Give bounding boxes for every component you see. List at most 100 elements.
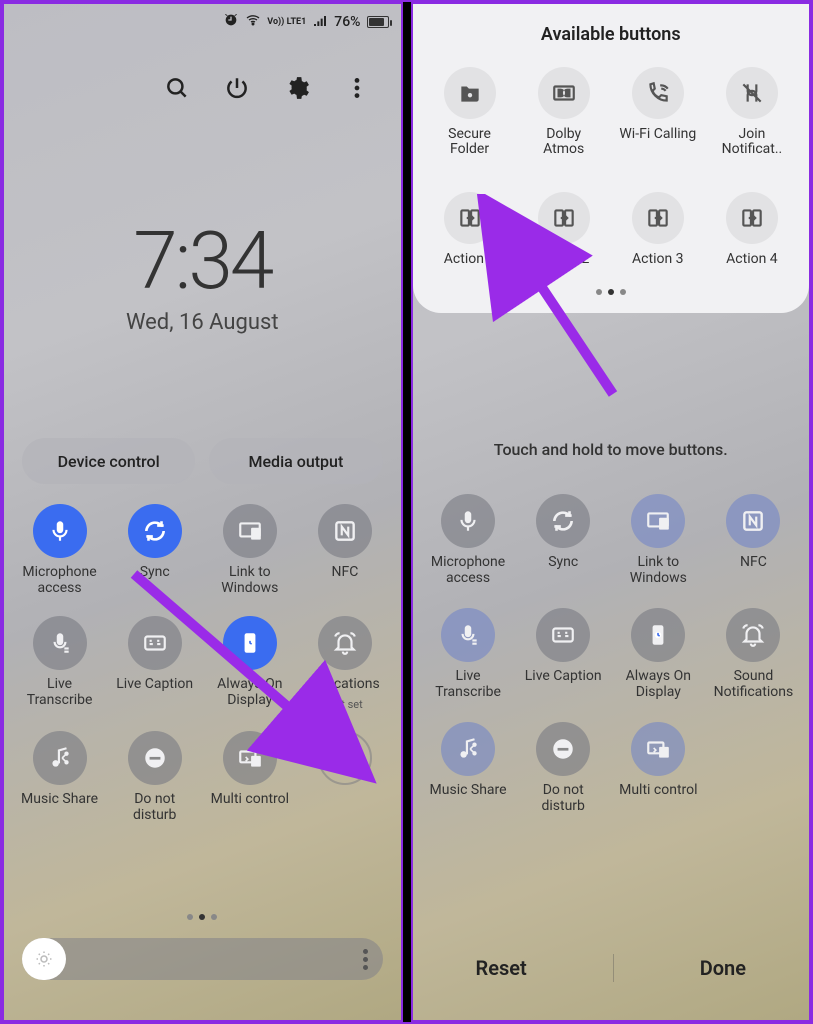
plus-icon[interactable] [318,731,372,785]
available-tile[interactable]: Wi-Fi Calling [611,67,705,158]
action-icon[interactable] [632,192,684,244]
tile-label: NFC [740,554,767,570]
mic-icon[interactable] [33,504,87,558]
qs-tile[interactable]: Link to Windows [202,504,297,596]
done-button[interactable]: Done [660,946,786,990]
tile-sublabel: Not set [327,698,363,711]
qs-tile[interactable]: NFC [706,494,801,586]
qs-tile[interactable]: Live Caption [107,616,202,711]
tile-label: Link to Windows [630,554,687,586]
qs-tile[interactable]: Sync [107,504,202,596]
tile-label: Link to Windows [221,564,278,596]
aod-icon[interactable] [223,616,277,670]
available-tile[interactable]: Action 3 [611,192,705,267]
qs-tile[interactable]: Microphone access [12,504,107,596]
phone-left: Vo)) LTE1 76% 7:34 Wed, 16 August Device… [2,2,403,1022]
device-control-button[interactable]: Device control [22,438,195,484]
available-tile[interactable]: Dolby Atmos [517,67,611,158]
tile-label: Action 2 [538,252,590,267]
aod-icon[interactable] [631,608,685,662]
tile-label: Sound Notifications [714,668,794,700]
tile-label: Live Caption [116,676,193,692]
pill-row: Device control Media output [22,438,383,484]
multi-icon[interactable] [223,731,277,785]
caption-icon[interactable] [536,608,590,662]
tile-label: Do not disturb [541,782,584,814]
qs-tile[interactable]: Microphone access [421,494,516,586]
qs-tile[interactable]: Do not disturb [107,731,202,823]
music-share-icon[interactable] [441,722,495,776]
media-output-button[interactable]: Media output [209,438,382,484]
qs-tile[interactable]: Music Share [421,722,516,814]
available-tile[interactable]: Secure Folder [423,67,517,158]
tile-label: otifications [310,676,380,692]
action-icon[interactable] [726,192,778,244]
tile-label: Do not disturb [133,791,176,823]
power-icon[interactable] [223,74,251,102]
sync-icon[interactable] [536,494,590,548]
secure-folder-icon[interactable] [444,67,496,119]
search-icon[interactable] [163,74,191,102]
link-win-icon[interactable] [223,504,277,558]
available-tile[interactable]: Action 2 [517,192,611,267]
action-icon[interactable] [538,192,590,244]
bell-icon[interactable] [318,616,372,670]
qs-tile[interactable]: Sound Notifications [706,608,801,700]
join-icon[interactable] [726,67,778,119]
brightness-thumb[interactable] [22,938,66,980]
qs-tile[interactable]: NFC [297,504,392,596]
mic-icon[interactable] [441,494,495,548]
sheet-dots [423,289,800,295]
qs-tile[interactable]: Multi control [611,722,706,814]
available-grid: Secure FolderDolby Atmos Wi-Fi Calling Joi… [423,67,800,267]
qs-tile[interactable]: Always On Display [611,608,706,700]
reset-button[interactable]: Reset [435,946,566,990]
battery-pct: 76% [334,14,360,30]
qs-tile[interactable]: otifications Not set [297,616,392,711]
caption-icon[interactable] [128,616,182,670]
gear-icon[interactable] [283,74,311,102]
multi-icon[interactable] [631,722,685,776]
transcribe-icon[interactable] [441,608,495,662]
qs-tile[interactable]: Multi control [202,731,297,823]
qs-tile[interactable]: Live Caption [516,608,611,700]
clock-date: Wed, 16 August [4,310,401,335]
tile-label: Live Transcribe [435,668,501,700]
alarm-icon [223,12,239,32]
transcribe-icon[interactable] [33,616,87,670]
wifi-call-icon[interactable] [632,67,684,119]
tile-label: Microphone access [431,554,505,586]
nfc-icon[interactable] [726,494,780,548]
nfc-icon[interactable] [318,504,372,558]
qs-tile[interactable] [297,731,392,823]
more-icon[interactable] [343,74,371,102]
tile-label: Wi-Fi Calling [619,127,696,142]
brightness-more-icon[interactable] [363,949,369,970]
tile-label: Sync [140,564,170,580]
tile-label: Multi control [619,782,697,798]
dnd-icon[interactable] [536,722,590,776]
available-tile[interactable]: Action 1 [423,192,517,267]
action-icon[interactable] [444,192,496,244]
sync-icon[interactable] [128,504,182,558]
top-toolbar [163,74,371,102]
net-label: Vo)) LTE1 [267,18,306,26]
music-share-icon[interactable] [33,731,87,785]
qs-tile[interactable]: Always On Display [202,616,297,711]
available-tile[interactable]: Action 4 [705,192,799,267]
available-tile[interactable]: Join Notificat.. [705,67,799,158]
clock-time: 7:34 [4,214,401,308]
qs-tile[interactable]: Music Share [12,731,107,823]
qs-tile[interactable]: Sync [516,494,611,586]
brightness-slider[interactable] [22,938,383,980]
tile-label: Join Notificat.. [707,127,797,158]
dnd-icon[interactable] [128,731,182,785]
bell-icon[interactable] [726,608,780,662]
qs-tile[interactable]: Do not disturb [516,722,611,814]
qs-tile[interactable]: Live Transcribe [12,616,107,711]
qs-tile[interactable]: Live Transcribe [421,608,516,700]
dolby-icon[interactable] [538,67,590,119]
link-win-icon[interactable] [631,494,685,548]
qs-tile[interactable]: Link to Windows [611,494,706,586]
wifi-icon [245,12,261,32]
